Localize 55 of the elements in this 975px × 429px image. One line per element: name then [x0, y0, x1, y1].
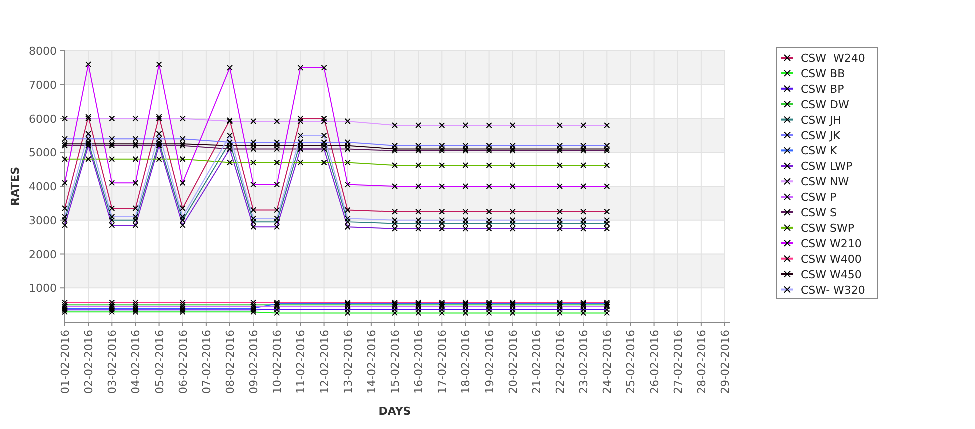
x-tick-label: 11-02-2016	[294, 330, 308, 394]
x-tick-label: 09-02-2016	[248, 330, 261, 394]
x-tick-label: 16-02-2016	[412, 330, 426, 394]
legend-label: CSW BP	[801, 82, 844, 96]
x-tick-label: 26-02-2016	[648, 330, 662, 394]
x-tick-label: 23-02-2016	[578, 330, 591, 394]
legend-label: CSW W210	[801, 237, 862, 250]
x-tick-label: 27-02-2016	[672, 330, 685, 394]
legend-label: CSW S	[801, 206, 838, 220]
x-tick-label: 18-02-2016	[460, 330, 473, 394]
x-tick-label: 28-02-2016	[695, 330, 708, 394]
y-tick-label: 8000	[29, 45, 57, 58]
x-tick-label: 03-02-2016	[106, 330, 120, 394]
x-tick-label: 21-02-2016	[530, 330, 544, 394]
legend-label: CSW DW	[801, 98, 850, 112]
legend-label: CSW NW	[801, 176, 850, 189]
y-tick-label: 1000	[29, 282, 57, 296]
y-tick-label: 2000	[29, 248, 57, 262]
x-tick-label: 25-02-2016	[624, 330, 638, 394]
legend-label: CSW- W320	[801, 284, 866, 297]
x-tick-label: 05-02-2016	[153, 330, 166, 394]
y-tick-label: 5000	[29, 146, 57, 160]
legend-label: CSW JK	[801, 129, 840, 142]
x-tick-label: 15-02-2016	[389, 330, 402, 394]
x-tick-label: 02-02-2016	[82, 330, 96, 394]
y-tick-label: 4000	[29, 180, 57, 194]
legend-label: CSW W450	[801, 268, 862, 282]
legend-label: CSW SWP	[801, 222, 855, 235]
x-tick-label: 13-02-2016	[342, 330, 355, 394]
x-axis-title: DAYS	[378, 405, 412, 418]
x-tick-label: 20-02-2016	[506, 330, 520, 394]
x-tick-label: 19-02-2016	[483, 330, 496, 394]
x-tick-label: 01-02-2016	[59, 330, 72, 394]
x-tick-label: 12-02-2016	[318, 330, 332, 394]
x-tick-label: 07-02-2016	[200, 330, 214, 394]
x-tick-label: 29-02-2016	[719, 330, 732, 394]
x-tick-label: 22-02-2016	[554, 330, 567, 394]
x-tick-label: 04-02-2016	[130, 330, 143, 394]
x-tick-label: 24-02-2016	[601, 330, 614, 394]
x-tick-label: 06-02-2016	[176, 330, 190, 394]
legend-label: CSW JH	[801, 114, 842, 127]
legend-label: CSW P	[801, 191, 837, 204]
y-tick-label: 7000	[29, 78, 57, 92]
x-tick-label: 14-02-2016	[365, 330, 378, 394]
y-tick-label: 6000	[29, 112, 57, 126]
x-tick-label: 17-02-2016	[436, 330, 450, 394]
x-tick-label: 08-02-2016	[224, 330, 237, 394]
legend-label: CSW W400	[801, 252, 862, 266]
y-axis-title: RATES	[9, 166, 22, 206]
legend-label: CSW BB	[801, 67, 846, 80]
y-tick-label: 3000	[29, 214, 57, 228]
legend-label: CSW K	[801, 144, 838, 158]
legend-label: CSW LWP	[801, 160, 853, 174]
legend-label: CSW W240	[801, 52, 866, 65]
x-tick-label: 10-02-2016	[271, 330, 284, 394]
